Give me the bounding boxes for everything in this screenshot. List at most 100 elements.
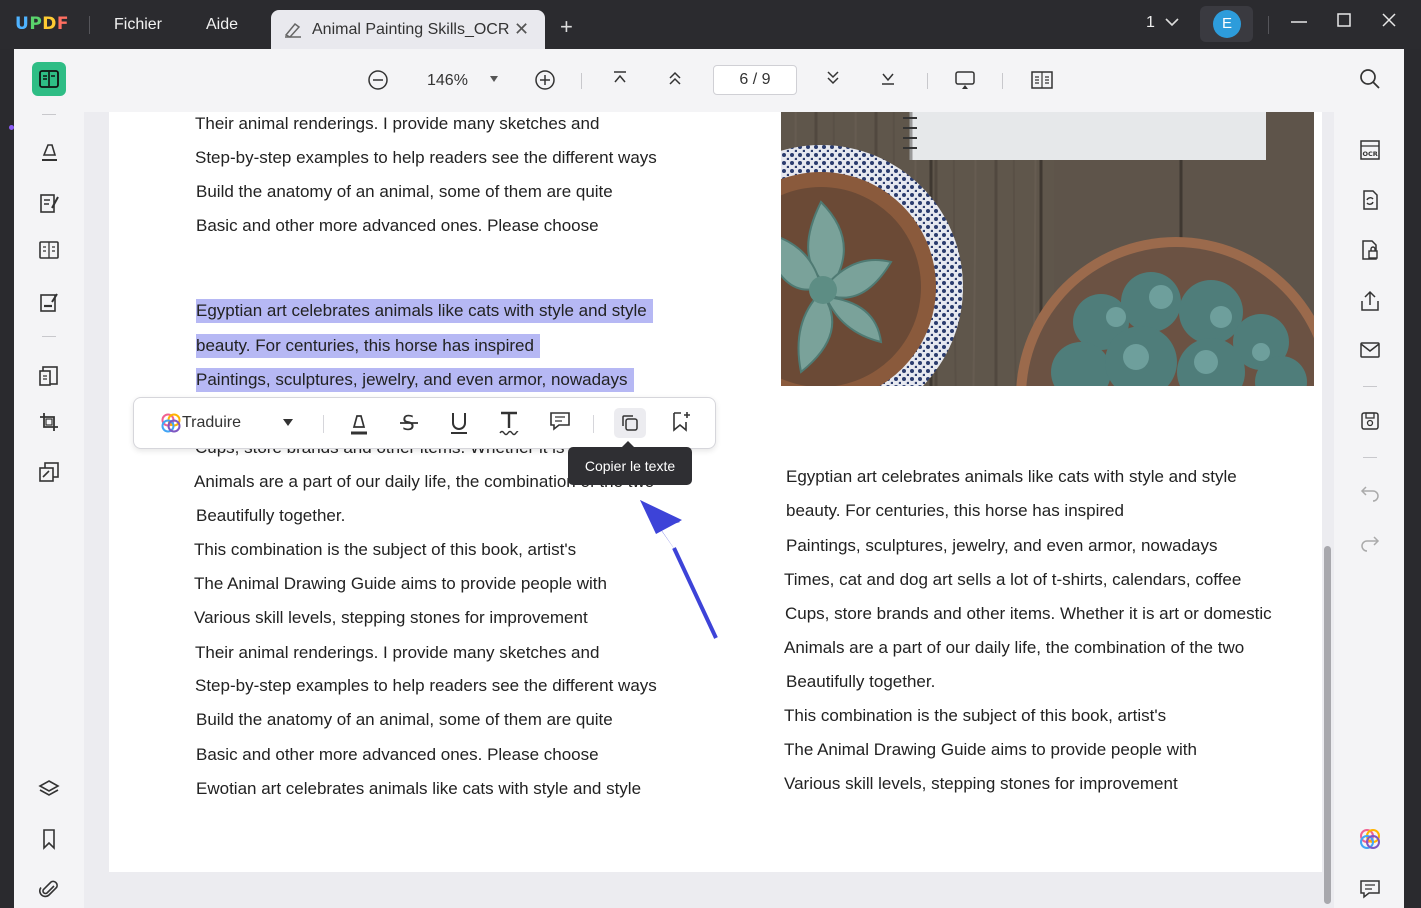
text-line[interactable]: Cups, store brands and other items. Whet…: [785, 604, 1272, 624]
updf-logo: UPDF: [15, 14, 70, 34]
divider: [42, 114, 56, 115]
text-line[interactable]: Step-by-step examples to help readers se…: [195, 148, 657, 168]
divider: [581, 73, 582, 89]
selected-text-line[interactable]: Egyptian art celebrates animals like cat…: [196, 299, 653, 323]
fill-sign-icon[interactable]: [32, 285, 66, 319]
ai-assistant-icon[interactable]: [160, 412, 182, 434]
protect-pdf-icon[interactable]: [32, 455, 66, 489]
squiggly-underline-icon[interactable]: [498, 410, 520, 436]
text-line[interactable]: Basic and other more advanced ones. Plea…: [196, 216, 599, 236]
text-line[interactable]: This combination is the subject of this …: [784, 706, 1166, 726]
text-line[interactable]: The Animal Drawing Guide aims to provide…: [784, 740, 1197, 760]
text-line[interactable]: Animals are a part of our daily life, th…: [784, 638, 1244, 658]
text-line[interactable]: Times, cat and dog art sells a lot of t-…: [784, 570, 1241, 590]
copy-text-tooltip: Copier le texte: [568, 441, 692, 485]
minimize-icon[interactable]: [1290, 12, 1308, 35]
text-line[interactable]: Various skill levels, stepping stones fo…: [784, 774, 1178, 794]
divider: [89, 16, 90, 34]
zoom-dropdown-icon[interactable]: [489, 75, 499, 83]
ai-assistant-icon[interactable]: [1356, 825, 1384, 853]
text-line[interactable]: This combination is the subject of this …: [194, 540, 576, 560]
indicator-dot: [9, 125, 14, 130]
bookmark-icon[interactable]: [32, 822, 66, 856]
menu-fichier[interactable]: Fichier: [114, 16, 162, 34]
annotation-arrow: [630, 490, 730, 650]
page-display-icon[interactable]: [1030, 69, 1054, 91]
protect-icon[interactable]: [1356, 236, 1384, 264]
view-toolbar: 146% 6 / 9: [84, 49, 1334, 112]
divider: [323, 415, 324, 433]
copy-text-icon[interactable]: [614, 408, 646, 438]
convert-icon[interactable]: [1356, 186, 1384, 214]
text-line[interactable]: Build the anatomy of an animal, some of …: [196, 182, 613, 202]
close-window-icon[interactable]: [1381, 12, 1397, 33]
email-icon[interactable]: [1356, 336, 1384, 364]
divider: [593, 415, 594, 433]
reader-mode-icon[interactable]: [32, 62, 66, 96]
comments-panel-icon[interactable]: [1356, 875, 1384, 903]
comment-icon[interactable]: [549, 410, 571, 432]
save-icon[interactable]: [1356, 407, 1384, 435]
ocr-document-icon: [283, 21, 303, 44]
window-count-selector[interactable]: 1: [1146, 14, 1179, 32]
next-page-icon[interactable]: [824, 69, 842, 87]
text-line[interactable]: Various skill levels, stepping stones fo…: [194, 608, 588, 628]
text-line[interactable]: Basic and other more advanced ones. Plea…: [196, 745, 599, 765]
translate-button[interactable]: Traduire: [182, 414, 241, 432]
text-line[interactable]: Beautifully together.: [196, 506, 345, 526]
text-line[interactable]: Beautifully together.: [786, 672, 935, 692]
zoom-in-icon[interactable]: [534, 69, 556, 91]
scrollbar-thumb[interactable]: [1324, 546, 1331, 904]
first-page-icon[interactable]: [611, 69, 629, 87]
divider: [1002, 73, 1003, 89]
undo-icon[interactable]: [1356, 478, 1384, 506]
text-line[interactable]: The Animal Drawing Guide aims to provide…: [194, 574, 607, 594]
right-sidebar: OCR: [1334, 49, 1404, 908]
redo-icon[interactable]: [1356, 528, 1384, 556]
translate-dropdown-icon[interactable]: [282, 418, 294, 427]
new-tab-icon[interactable]: +: [560, 14, 573, 40]
page-number-input[interactable]: 6 / 9: [713, 65, 797, 95]
selected-text-line[interactable]: beauty. For centuries, this horse has in…: [196, 334, 540, 358]
add-bookmark-icon[interactable]: [670, 410, 692, 432]
divider: [1363, 457, 1377, 458]
share-icon[interactable]: [1356, 287, 1384, 315]
text-line[interactable]: Step-by-step examples to help readers se…: [195, 676, 657, 696]
text-line[interactable]: Their animal renderings. I provide many …: [195, 114, 599, 134]
maximize-icon[interactable]: [1336, 12, 1352, 33]
document-tab[interactable]: Animal Painting Skills_OCR ✕: [271, 10, 545, 49]
highlight-icon[interactable]: [348, 410, 370, 436]
text-line[interactable]: beauty. For centuries, this horse has in…: [786, 501, 1124, 521]
divider: [927, 73, 928, 89]
close-tab-icon[interactable]: ✕: [514, 19, 529, 40]
succulent-plants-photo[interactable]: [781, 112, 1314, 386]
slideshow-icon[interactable]: [954, 69, 976, 91]
text-line[interactable]: Ewotian art celebrates animals like cats…: [196, 779, 641, 799]
comment-highlight-icon[interactable]: [32, 135, 66, 169]
convert-pdf-icon[interactable]: [32, 359, 66, 393]
underline-icon[interactable]: [448, 410, 470, 436]
divider: [1363, 386, 1377, 387]
zoom-level[interactable]: 146%: [427, 72, 468, 90]
attachment-icon[interactable]: [32, 872, 66, 906]
text-line[interactable]: Paintings, sculptures, jewelry, and even…: [786, 536, 1218, 556]
text-line[interactable]: Build the anatomy of an animal, some of …: [196, 710, 613, 730]
zoom-out-icon[interactable]: [367, 69, 389, 91]
edit-pdf-icon[interactable]: [32, 186, 66, 220]
organize-pages-icon[interactable]: [32, 233, 66, 267]
text-line[interactable]: Their animal renderings. I provide many …: [195, 643, 599, 663]
account-button[interactable]: E: [1200, 6, 1253, 42]
ocr-icon[interactable]: OCR: [1356, 136, 1384, 164]
crop-pages-icon[interactable]: [32, 405, 66, 439]
text-line[interactable]: Egyptian art celebrates animals like cat…: [786, 467, 1237, 487]
left-sidebar: [9, 49, 84, 908]
strikethrough-icon[interactable]: S: [398, 410, 420, 436]
selected-text-line[interactable]: Paintings, sculptures, jewelry, and even…: [196, 368, 634, 392]
menu-aide[interactable]: Aide: [206, 16, 238, 34]
title-bar: UPDF Fichier Aide Animal Painting Skills…: [0, 0, 1421, 49]
search-icon[interactable]: [1356, 65, 1384, 93]
previous-page-icon[interactable]: [666, 69, 684, 87]
last-page-icon[interactable]: [879, 69, 897, 87]
tab-title: Animal Painting Skills_OCR: [312, 21, 510, 38]
layers-icon[interactable]: [32, 772, 66, 806]
